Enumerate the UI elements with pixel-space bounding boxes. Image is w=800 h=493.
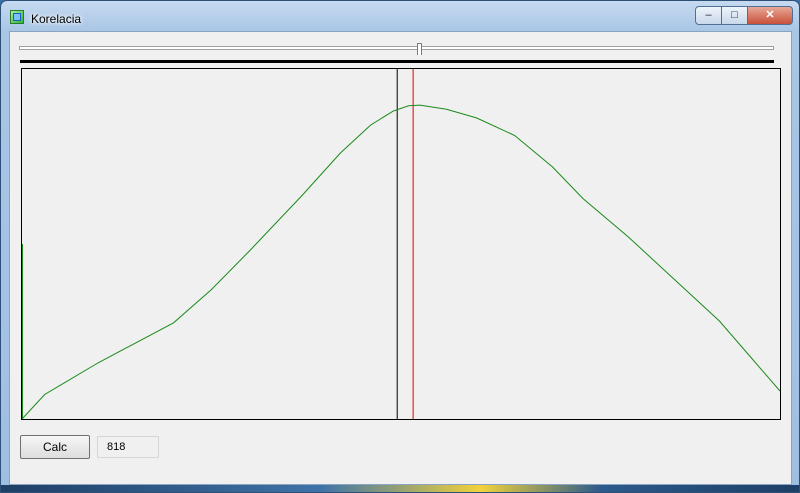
value-display: 818: [97, 436, 159, 458]
minimize-button[interactable]: –: [695, 6, 722, 25]
window-controls: – □ ✕: [695, 6, 793, 25]
close-icon: ✕: [765, 9, 775, 21]
maximize-icon: □: [731, 9, 738, 21]
client-area: Calc 818: [9, 31, 792, 485]
maximize-button[interactable]: □: [721, 6, 748, 25]
title-bar[interactable]: Korelacia – □ ✕: [1, 1, 799, 31]
position-slider-track[interactable]: [19, 46, 774, 50]
calc-button[interactable]: Calc: [20, 435, 90, 459]
position-slider-thumb[interactable]: [417, 43, 423, 55]
correlation-chart-svg: [21, 69, 781, 420]
window-title: Korelacia: [31, 12, 82, 26]
minimize-icon: –: [705, 9, 712, 21]
slider-baseline: [20, 60, 774, 63]
app-window: Korelacia – □ ✕ Calc 818: [0, 0, 800, 493]
close-button[interactable]: ✕: [747, 6, 793, 25]
app-icon[interactable]: [10, 10, 24, 24]
correlation-curve-0: [21, 104, 781, 420]
correlation-plot: [21, 68, 781, 420]
taskbar-strip: [1, 485, 799, 492]
